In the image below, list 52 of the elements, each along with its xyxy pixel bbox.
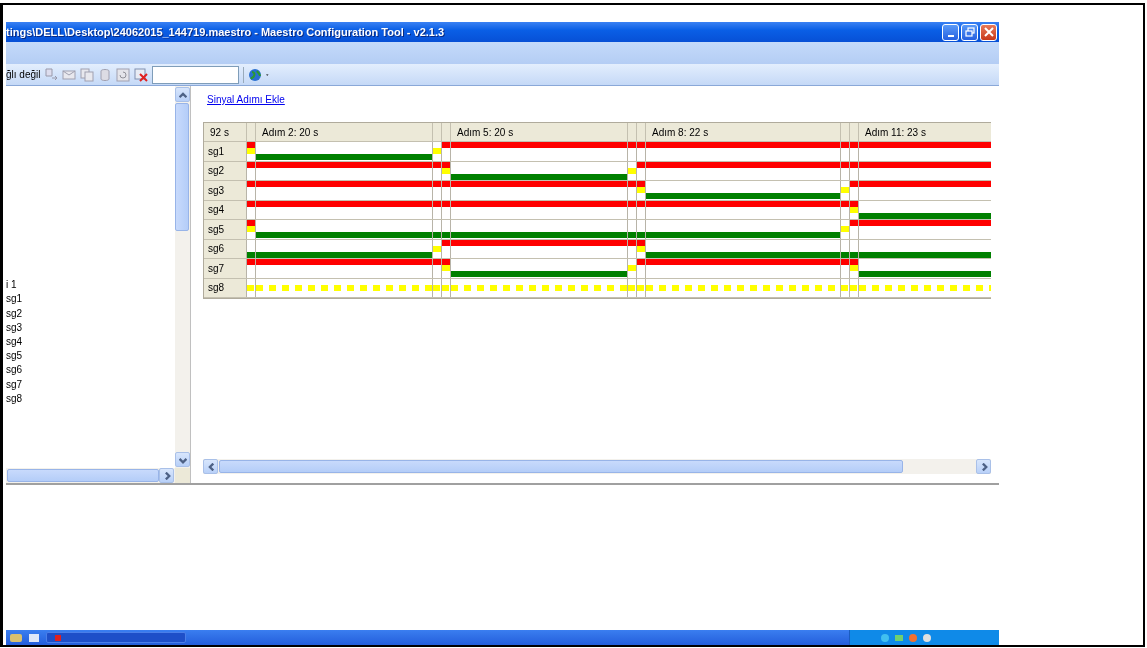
scrollbar-thumb[interactable] xyxy=(7,469,159,482)
tray-icon[interactable] xyxy=(908,632,918,643)
database-icon[interactable] xyxy=(98,67,113,82)
scroll-left-button[interactable] xyxy=(203,459,218,474)
app-icon[interactable] xyxy=(28,632,40,643)
step-header[interactable]: Adım 8: 22 s xyxy=(645,123,840,141)
scroll-up-button[interactable] xyxy=(175,87,190,102)
tree-item[interactable]: sg3 xyxy=(6,320,175,335)
tree-item[interactable]: sg5 xyxy=(6,349,175,364)
copy-icon[interactable] xyxy=(80,67,95,82)
step-header[interactable]: Adım 2: 20 s xyxy=(255,123,432,141)
minimize-button[interactable] xyxy=(942,23,959,41)
app-icon[interactable] xyxy=(10,632,22,643)
tree-item[interactable]: sg4 xyxy=(6,335,175,350)
page-arrow-icon[interactable] xyxy=(44,67,59,82)
task-button[interactable] xyxy=(46,632,186,643)
signal-name: sg1 xyxy=(204,142,246,161)
tree-item[interactable]: sg2 xyxy=(6,306,175,321)
add-signal-step-link[interactable]: Sinyal Adımı Ekle xyxy=(207,94,285,105)
refresh-icon[interactable] xyxy=(116,67,131,82)
search-field[interactable] xyxy=(152,65,240,84)
restore-icon xyxy=(964,27,975,37)
scroll-down-button[interactable] xyxy=(175,452,190,467)
total-time-header: 92 s xyxy=(204,123,246,141)
tree-item[interactable]: sg8 xyxy=(6,391,175,406)
connection-status: ğlı değil xyxy=(6,69,41,80)
step-header[interactable]: Adım 5: 20 s xyxy=(450,123,627,141)
window-title: tings\DELL\Desktop\24062015_144719.maestro - Maestro Configuration Tool - v2.1.3 xyxy=(6,26,445,38)
globe-icon[interactable] xyxy=(248,67,263,82)
tree-item[interactable]: i 1 xyxy=(6,278,175,293)
delete-icon[interactable] xyxy=(134,67,149,82)
scrollbar-thumb[interactable] xyxy=(175,103,189,231)
tray-icon[interactable] xyxy=(922,632,932,643)
tray-icon[interactable] xyxy=(880,632,890,643)
signal-name: sg5 xyxy=(204,220,246,239)
signal-name: sg3 xyxy=(204,181,246,200)
tray-icon[interactable] xyxy=(894,632,904,643)
app-icon xyxy=(55,634,61,641)
envelope-icon[interactable] xyxy=(62,67,77,82)
tree-item[interactable]: sg6 xyxy=(6,363,175,378)
scroll-right-button[interactable] xyxy=(159,468,174,483)
scrollbar-corner xyxy=(175,468,190,483)
signal-name: sg7 xyxy=(204,259,246,278)
close-button[interactable] xyxy=(980,23,997,41)
step-header[interactable]: Adım 11: 23 s xyxy=(858,123,991,141)
tree-item[interactable]: sg1 xyxy=(6,292,175,307)
close-icon xyxy=(983,27,994,37)
scroll-right-button[interactable] xyxy=(976,459,991,474)
restore-button[interactable] xyxy=(961,23,978,41)
tree-item[interactable]: sg7 xyxy=(6,377,175,392)
minimize-icon xyxy=(947,35,954,37)
scrollbar-thumb[interactable] xyxy=(219,460,903,473)
